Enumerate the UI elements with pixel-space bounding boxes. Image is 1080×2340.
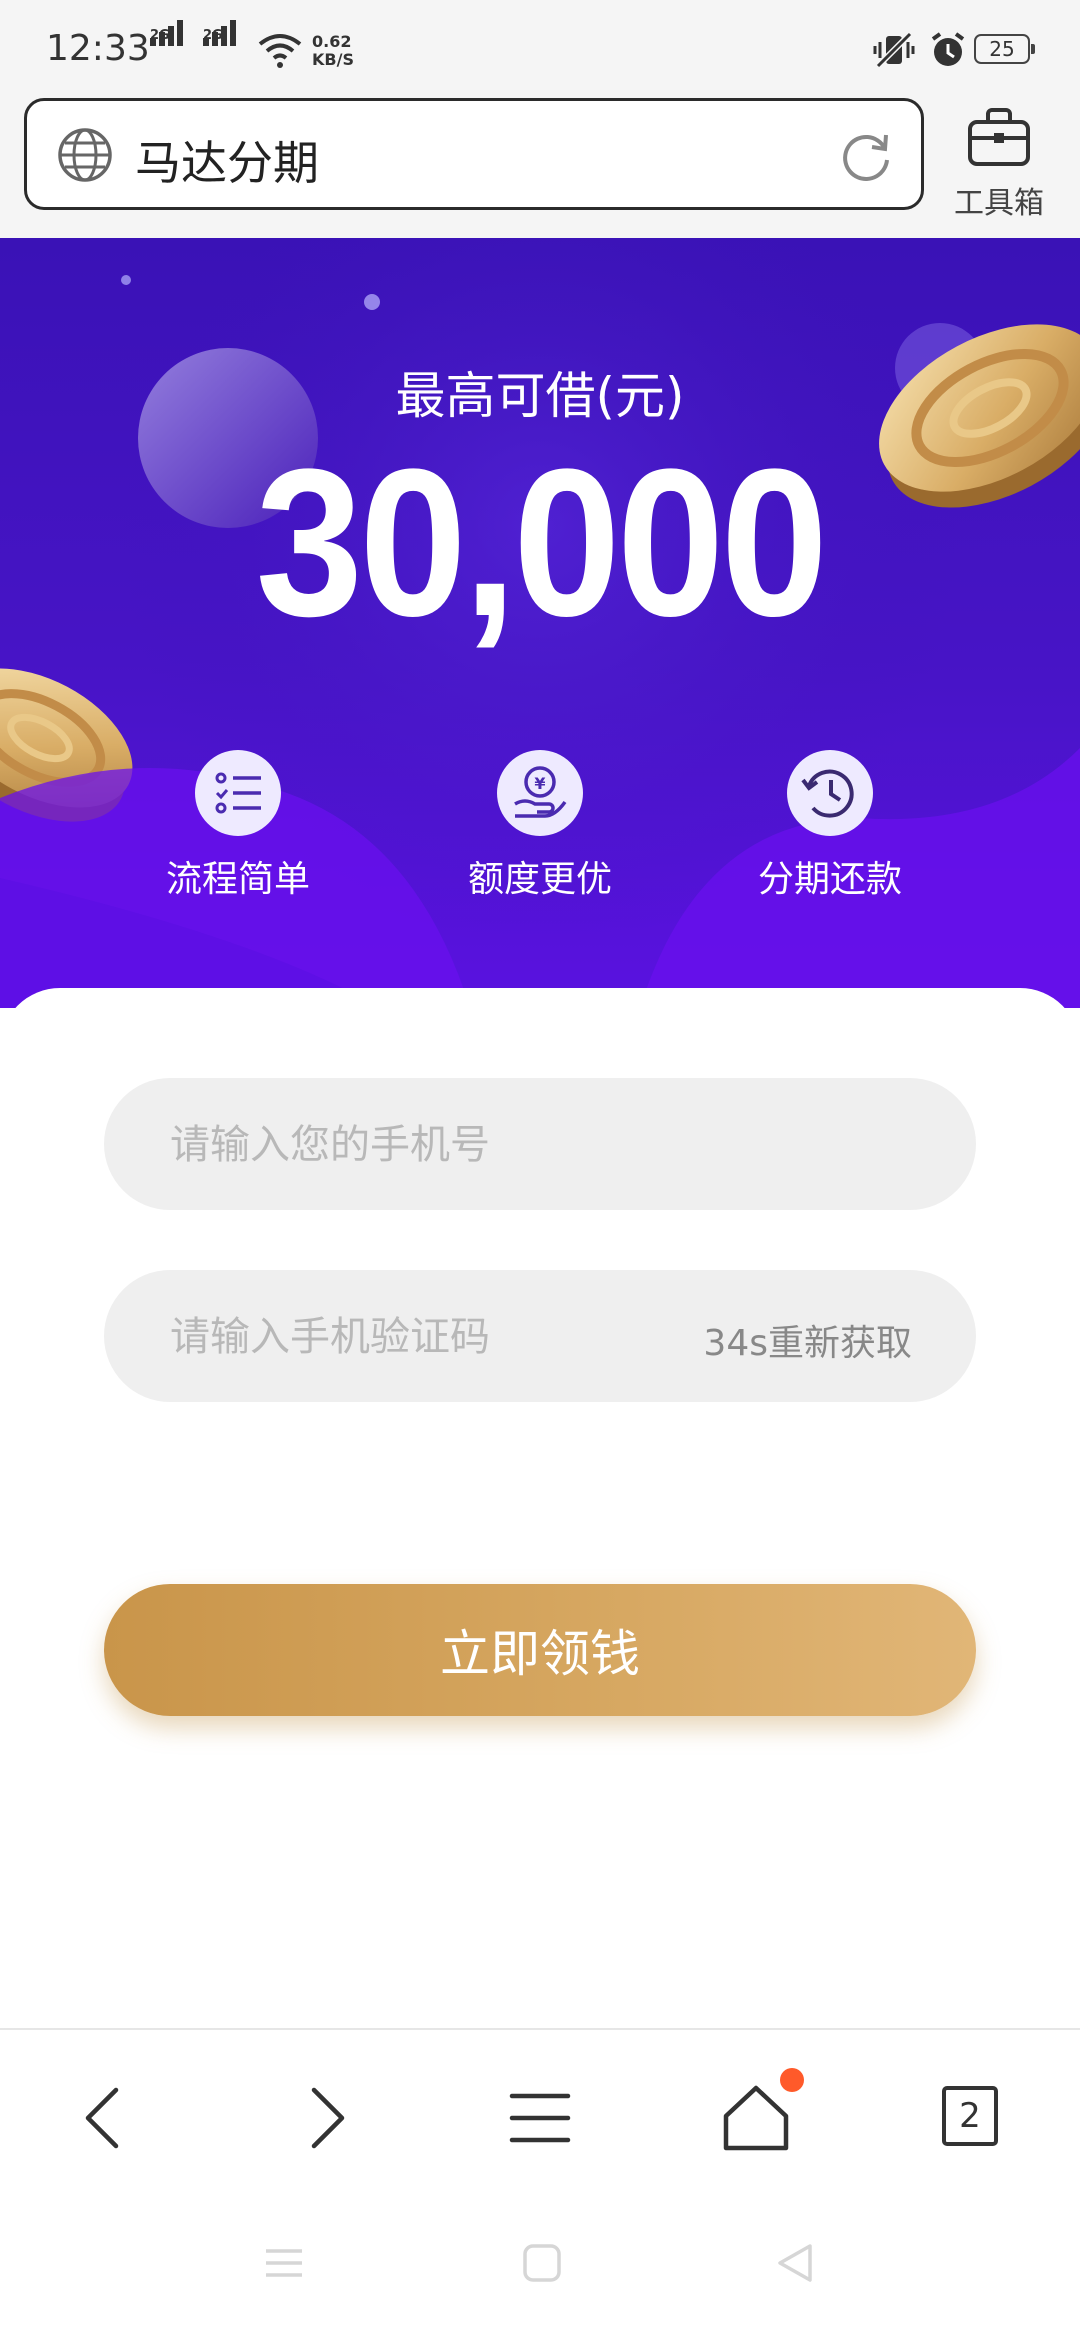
system-navigation-bar (0, 2193, 1080, 2340)
menu-icon[interactable] (500, 2078, 580, 2158)
max-loan-title: 最高可借(元) (395, 367, 685, 425)
home-icon[interactable] (716, 2078, 796, 2158)
browser-address-bar: 马达分期 工具箱 (0, 98, 1080, 238)
status-time: 12:33 (46, 28, 150, 69)
phone-field[interactable] (104, 1078, 976, 1212)
verification-code-field[interactable]: 34s重新获取 (104, 1270, 976, 1404)
tabs-button[interactable]: 2 (932, 2078, 1012, 2158)
toolbox-label: 工具箱 (954, 186, 1044, 221)
resend-code-countdown[interactable]: 34s重新获取 (703, 1314, 912, 1366)
url-field[interactable]: 马达分期 (24, 98, 924, 210)
feature-label: 额度更优 (467, 859, 612, 900)
recents-icon[interactable] (262, 2241, 306, 2285)
status-bar: 12:33 2G 2G 0.62 KB/S 25 (0, 0, 1080, 98)
network-speed: 0.62 KB/S (312, 33, 354, 69)
browser-bottom-nav: 2 (0, 2028, 1080, 2195)
phone-input[interactable] (168, 1078, 932, 1212)
hand-yen-icon: ¥ (497, 750, 583, 836)
svg-text:¥: ¥ (534, 774, 545, 793)
feature-label: 流程简单 (165, 859, 310, 900)
claim-money-button[interactable]: 立即领钱 (104, 1584, 976, 1716)
tab-count: 2 (942, 2086, 998, 2146)
network-speed-value: 0.62 (312, 32, 352, 51)
vibrate-mute-icon (873, 31, 915, 69)
list-check-icon (195, 750, 281, 836)
battery-indicator: 25 (974, 34, 1035, 64)
toolbox-button[interactable]: 工具箱 (944, 102, 1054, 221)
back-triangle-icon[interactable] (774, 2241, 818, 2285)
verification-code-input[interactable] (168, 1270, 692, 1404)
back-icon[interactable] (66, 2078, 146, 2158)
history-clock-icon (787, 750, 873, 836)
forward-icon[interactable] (284, 2078, 364, 2158)
feature-label: 分期还款 (757, 859, 902, 900)
url-text: 马达分期 (135, 136, 319, 190)
loan-hero-banner: 最高可借(元) 30,000 流程简单 ¥ 额度更优 分期还款 (0, 238, 1080, 1008)
max-loan-amount: 30,000 (255, 425, 829, 660)
reload-icon[interactable] (837, 127, 895, 185)
home-square-icon[interactable] (520, 2241, 564, 2285)
wifi-icon (258, 34, 302, 68)
globe-icon (58, 128, 112, 182)
toolbox-icon (968, 108, 1030, 166)
network-speed-unit: KB/S (312, 50, 354, 69)
alarm-icon (931, 32, 965, 66)
home-notification-dot (780, 2068, 804, 2092)
